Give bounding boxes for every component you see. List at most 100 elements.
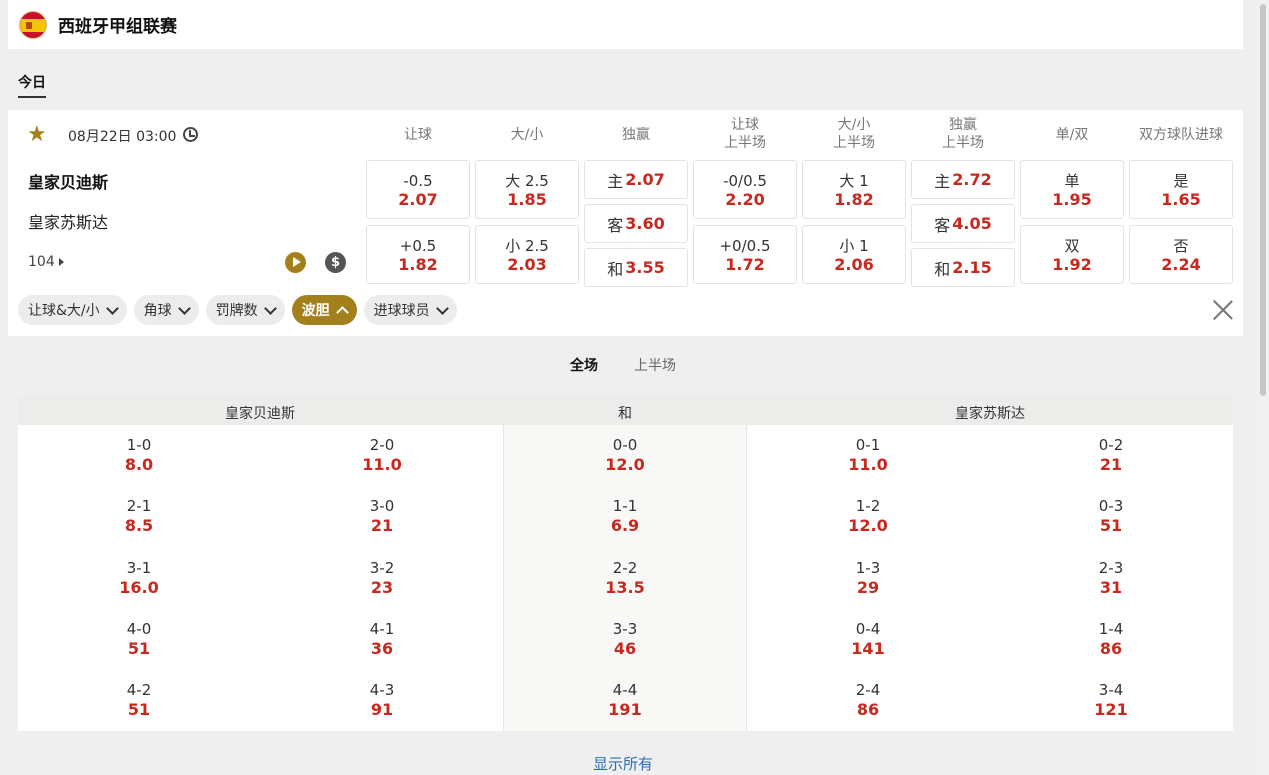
- score-cell[interactable]: 4-4 191: [575, 681, 675, 719]
- odds-cell-overunder_1h[interactable]: 小 1 2.06: [802, 225, 906, 284]
- score-cell[interactable]: 1-4 86: [1061, 620, 1161, 658]
- odds-label: 和: [607, 259, 624, 279]
- score-cell[interactable]: 1-2 12.0: [818, 497, 918, 535]
- odds-value: 1.85: [507, 190, 547, 209]
- odds-cell-handicap[interactable]: +0.5 1.82: [366, 225, 470, 284]
- odds-cell-oddeven[interactable]: 双 1.92: [1020, 225, 1124, 284]
- league-header: 西班牙甲组联赛: [8, 0, 1243, 49]
- score-cell[interactable]: 3-0 21: [332, 497, 432, 535]
- score-cell[interactable]: 2-0 11.0: [332, 436, 432, 474]
- score-odds: 23: [370, 577, 394, 597]
- odds-label: 和: [934, 259, 951, 279]
- match-time: 08月22日 03:00: [68, 129, 177, 145]
- score-cell[interactable]: 1-1 6.9: [575, 497, 675, 535]
- odds-cell-overunder[interactable]: 大 2.5 1.85: [475, 160, 579, 219]
- score-label: 1-4: [1098, 619, 1124, 638]
- market-header-moneyline_1h: 独赢 上半场: [942, 117, 984, 151]
- score-odds: 12.0: [605, 455, 645, 474]
- odds-cell-moneyline_1h[interactable]: 主 2.72: [911, 160, 1015, 199]
- score-cell[interactable]: 1-3 29: [818, 559, 918, 597]
- score-cell[interactable]: 1-0 8.0: [89, 436, 189, 474]
- odds-cell-moneyline[interactable]: 客 3.60: [584, 204, 688, 243]
- score-cell[interactable]: 4-0 51: [89, 620, 189, 658]
- odds-cell-oddeven[interactable]: 单 1.95: [1020, 160, 1124, 219]
- market-filters: 让球&大/小 角球 罚牌数 波胆 进球球员: [18, 295, 457, 325]
- score-cell[interactable]: 2-1 8.5: [89, 497, 189, 535]
- tab-today[interactable]: 今日: [18, 72, 46, 98]
- filter-chip[interactable]: 进球球员: [363, 295, 457, 325]
- filter-chip[interactable]: 让球&大/小: [18, 295, 127, 325]
- odds-value: 1.65: [1161, 190, 1201, 209]
- score-odds: 16.0: [119, 577, 159, 597]
- score-label: 0-4: [855, 619, 881, 638]
- odds-cell-handicap[interactable]: -0.5 2.07: [366, 160, 470, 219]
- star-icon[interactable]: ★: [27, 124, 49, 146]
- score-label: 4-2: [126, 681, 152, 700]
- score-cell[interactable]: 2-4 86: [818, 681, 918, 719]
- odds-cell-overunder[interactable]: 小 2.5 2.03: [475, 225, 579, 284]
- odds-value: 4.05: [952, 214, 992, 233]
- league-title: 西班牙甲组联赛: [58, 17, 177, 37]
- odds-value: 2.24: [1161, 255, 1201, 274]
- odds-value: 2.72: [952, 170, 992, 189]
- score-cell[interactable]: 4-3 91: [332, 681, 432, 719]
- score-label: 4-1: [369, 619, 395, 638]
- odds-label: 是: [1173, 172, 1189, 190]
- score-label: 1-0: [126, 436, 152, 454]
- odds-cell-overunder_1h[interactable]: 大 1 1.82: [802, 160, 906, 219]
- odds-label: 否: [1173, 237, 1189, 255]
- filter-chip[interactable]: 角球: [133, 295, 199, 325]
- play-icon[interactable]: [285, 252, 306, 273]
- score-label: 0-1: [855, 436, 881, 454]
- odds-cell-btts[interactable]: 否 2.24: [1129, 225, 1233, 284]
- score-label: 3-4: [1098, 681, 1124, 700]
- scrollbar[interactable]: [1257, 0, 1269, 775]
- tab-full-time[interactable]: 全场: [570, 355, 598, 375]
- header-away: 皇家苏斯达: [955, 406, 1025, 422]
- close-icon[interactable]: [1212, 299, 1234, 321]
- odds-label: 单: [1064, 172, 1080, 190]
- odds-cell-handicap_1h[interactable]: +0/0.5 1.72: [693, 225, 797, 284]
- score-label: 2-3: [1098, 558, 1124, 577]
- score-cell[interactable]: 2-3 31: [1061, 559, 1161, 597]
- tab-first-half[interactable]: 上半场: [634, 355, 676, 375]
- score-cell[interactable]: 0-1 11.0: [818, 436, 918, 474]
- odds-cell-btts[interactable]: 是 1.65: [1129, 160, 1233, 219]
- spain-flag-icon: [19, 10, 47, 39]
- filter-chip[interactable]: 波胆: [291, 295, 357, 325]
- more-markets-link[interactable]: 104: [28, 254, 64, 270]
- show-all-link[interactable]: 显示所有: [593, 753, 653, 774]
- filter-chip[interactable]: 罚牌数: [205, 295, 285, 325]
- score-odds: 86: [1099, 638, 1123, 658]
- odds-label: 主: [607, 171, 624, 191]
- score-cell[interactable]: 2-2 13.5: [575, 559, 675, 597]
- odds-cell-moneyline[interactable]: 主 2.07: [584, 160, 688, 199]
- score-label: 0-2: [1098, 436, 1124, 454]
- score-cell[interactable]: 3-2 23: [332, 559, 432, 597]
- score-cell[interactable]: 3-3 46: [575, 620, 675, 658]
- score-label: 0-0: [612, 436, 638, 454]
- odds-cell-moneyline_1h[interactable]: 和 2.15: [911, 248, 1015, 287]
- clock-icon: [183, 127, 198, 142]
- odds-label: +0.5: [399, 237, 437, 255]
- score-cell[interactable]: 3-4 121: [1061, 681, 1161, 719]
- score-cell[interactable]: 0-0 12.0: [575, 436, 675, 474]
- score-cell[interactable]: 0-3 51: [1061, 497, 1161, 535]
- score-cell[interactable]: 0-4 141: [818, 620, 918, 658]
- score-cell[interactable]: 0-2 21: [1061, 436, 1161, 474]
- odds-cell-moneyline[interactable]: 和 3.55: [584, 248, 688, 287]
- odds-label: +0/0.5: [719, 237, 771, 255]
- score-label: 1-2: [855, 497, 881, 516]
- header-home: 皇家贝迪斯: [225, 406, 295, 422]
- odds-cell-moneyline_1h[interactable]: 客 4.05: [911, 204, 1015, 243]
- odds-label: -0.5: [403, 172, 433, 190]
- dollar-icon[interactable]: $: [325, 252, 346, 273]
- score-odds: 31: [1099, 577, 1123, 597]
- score-cell[interactable]: 3-1 16.0: [89, 559, 189, 597]
- odds-cell-handicap_1h[interactable]: -0/0.5 2.20: [693, 160, 797, 219]
- chevron-down-icon: [263, 301, 277, 315]
- score-cell[interactable]: 4-2 51: [89, 681, 189, 719]
- score-cell[interactable]: 4-1 36: [332, 620, 432, 658]
- scrollbar-thumb[interactable]: [1260, 4, 1266, 396]
- score-odds: 51: [1099, 516, 1123, 536]
